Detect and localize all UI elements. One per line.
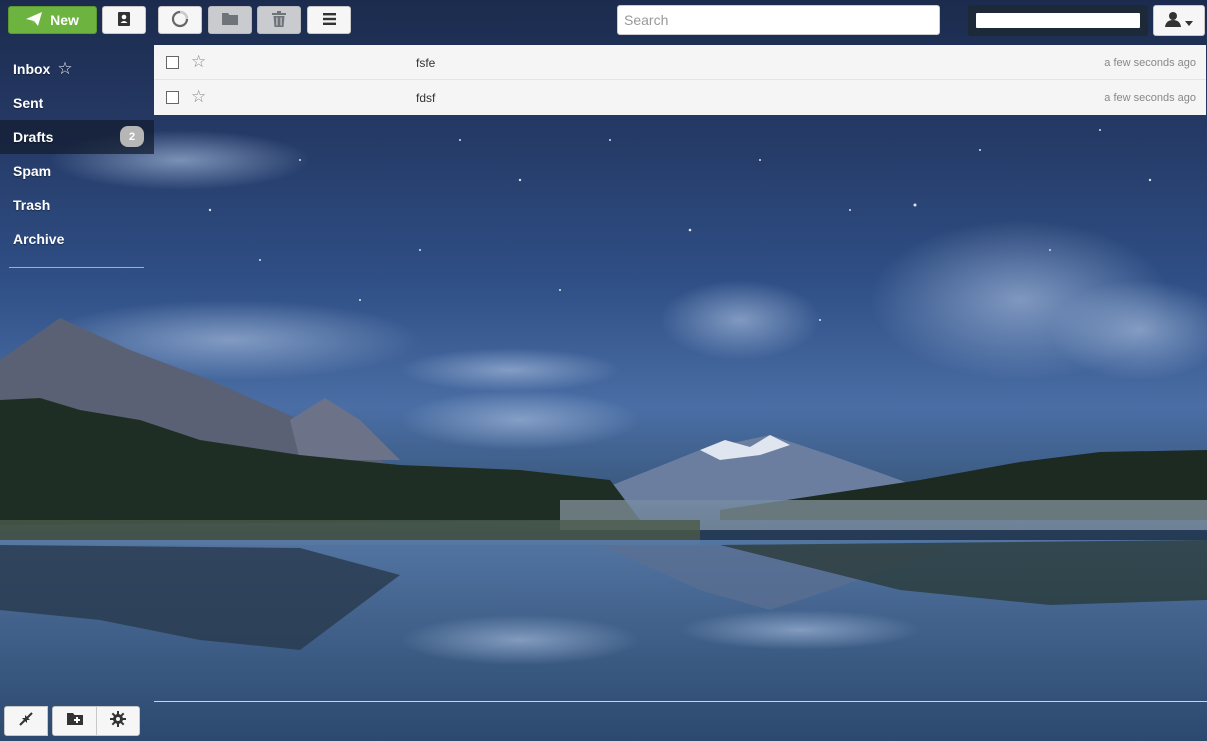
sidebar-item-spam[interactable]: Spam xyxy=(0,154,154,188)
sidebar-item-label: Inbox xyxy=(13,61,51,77)
message-checkbox[interactable] xyxy=(166,91,179,104)
menu-button[interactable] xyxy=(307,6,351,34)
user-icon xyxy=(1165,11,1181,30)
chevron-down-icon xyxy=(1185,13,1193,29)
message-checkbox[interactable] xyxy=(166,56,179,69)
star-icon[interactable]: ☆ xyxy=(191,53,206,70)
sidebar-item-inbox[interactable]: Inbox ☆ xyxy=(0,52,154,86)
message-list: ☆ fsfe a few seconds ago ☆ fdsf a few se… xyxy=(154,45,1206,115)
gear-icon xyxy=(110,710,126,732)
bottom-toolbar xyxy=(4,706,140,736)
message-time: a few seconds ago xyxy=(1104,92,1196,104)
message-row[interactable]: ☆ fsfe a few seconds ago xyxy=(154,45,1206,80)
search-input[interactable] xyxy=(617,5,940,35)
star-icon[interactable]: ☆ xyxy=(57,59,72,79)
trash-icon xyxy=(272,10,286,30)
sidebar-item-label: Spam xyxy=(13,163,52,179)
sidebar-item-archive[interactable]: Archive xyxy=(0,222,154,256)
sidebar-item-sent[interactable]: Sent xyxy=(0,86,154,120)
folder-icon xyxy=(222,12,238,28)
toggle-layout-button[interactable] xyxy=(4,706,48,736)
folder-add-icon xyxy=(66,712,83,730)
user-menu-button[interactable] xyxy=(1153,5,1205,36)
sidebar-item-label: Drafts xyxy=(13,129,54,145)
message-time: a few seconds ago xyxy=(1104,57,1196,69)
sidebar-item-drafts[interactable]: Drafts 2 xyxy=(0,120,154,154)
top-toolbar: New xyxy=(0,0,1207,44)
folder-sidebar: Inbox ☆ Sent Drafts 2 Spam Trash Archive xyxy=(0,52,154,256)
new-button-label: New xyxy=(50,12,79,28)
refresh-spinner-icon xyxy=(171,10,189,31)
address-book-icon xyxy=(116,11,132,30)
list-footer-divider xyxy=(154,701,1207,702)
account-email-redacted xyxy=(976,13,1140,28)
delete-button[interactable] xyxy=(257,6,301,34)
settings-button[interactable] xyxy=(96,706,140,736)
message-subject: fsfe xyxy=(416,56,436,70)
star-icon[interactable]: ☆ xyxy=(191,88,206,105)
move-to-folder-button[interactable] xyxy=(208,6,252,34)
sidebar-item-label: Archive xyxy=(13,231,65,247)
unread-count-badge: 2 xyxy=(120,126,144,147)
sidebar-divider xyxy=(9,267,144,268)
sidebar-item-label: Trash xyxy=(13,197,51,213)
paper-plane-icon xyxy=(26,11,43,29)
new-message-button[interactable]: New xyxy=(8,6,97,34)
hamburger-menu-icon xyxy=(322,12,336,28)
sidebar-item-label: Sent xyxy=(13,95,44,111)
refresh-button[interactable] xyxy=(158,6,202,34)
collapse-arrows-icon xyxy=(19,711,33,731)
contacts-button[interactable] xyxy=(102,6,146,34)
message-row[interactable]: ☆ fdsf a few seconds ago xyxy=(154,80,1206,115)
account-email-area xyxy=(968,5,1148,36)
add-folder-button[interactable] xyxy=(52,706,96,736)
sidebar-item-trash[interactable]: Trash xyxy=(0,188,154,222)
message-subject: fdsf xyxy=(416,91,436,105)
